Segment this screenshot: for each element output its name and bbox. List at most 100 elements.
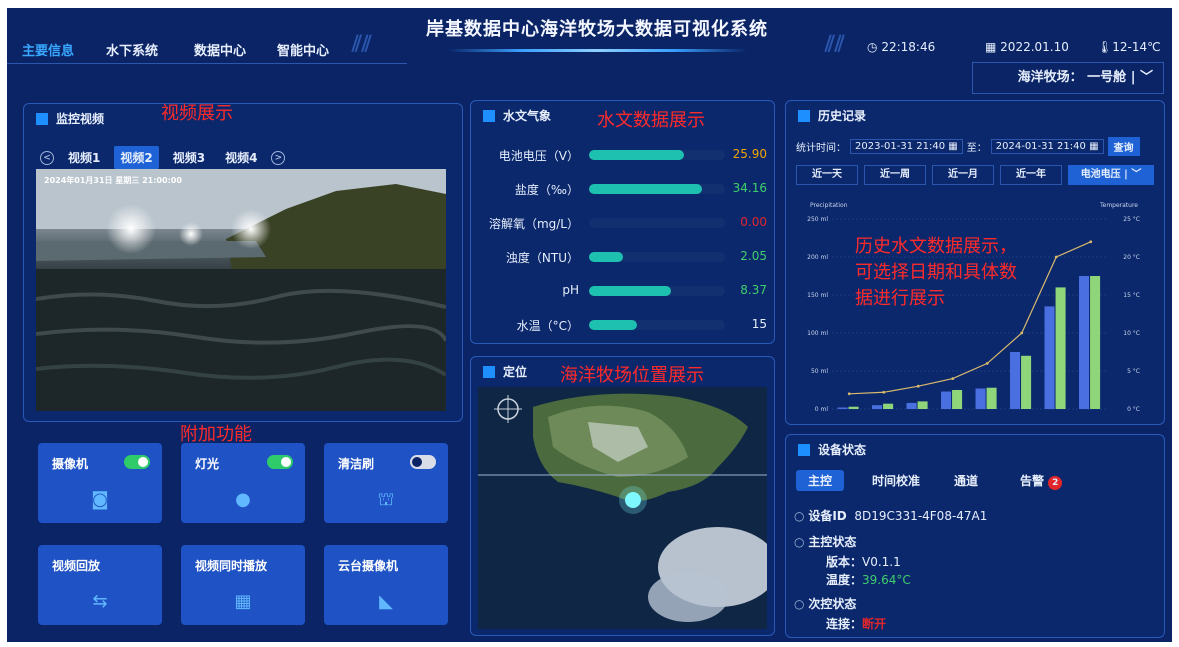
connection-row: 连接：断开 bbox=[826, 615, 886, 632]
water-row-bar bbox=[589, 218, 725, 228]
water-row-fill bbox=[589, 252, 623, 262]
temperature-point bbox=[916, 384, 920, 388]
water-row: 浊度（NTU） 2.05 bbox=[481, 247, 775, 267]
satellite-map[interactable] bbox=[478, 387, 767, 629]
temperature-value: 39.64°C bbox=[862, 573, 911, 587]
light-toggle[interactable] bbox=[267, 455, 293, 469]
nav-data-center[interactable]: 数据中心 bbox=[194, 40, 246, 59]
query-button[interactable]: 查询 bbox=[1107, 137, 1140, 156]
replay-card[interactable]: 视频回放 ⇆ bbox=[38, 545, 162, 625]
water-panel: 水文气象 电池电压（V） 25.90 盐度（‰） 34.16 溶解氧（mg/L） 0.00… bbox=[470, 100, 775, 344]
metric-select-sep: | bbox=[1124, 169, 1128, 180]
version-label: 版本： bbox=[826, 555, 863, 569]
period-week-button[interactable]: 近一周 bbox=[864, 165, 926, 185]
water-row-value: 25.90 bbox=[732, 147, 767, 161]
metric-select[interactable]: 电池电压 | ﹀ bbox=[1068, 165, 1154, 185]
right-axis-name: Temperature bbox=[1099, 202, 1138, 209]
date-range-row: 统计时间： 2023-01-31 21:40 ▦ 至： 2024-01-31 2… bbox=[796, 137, 1140, 156]
brush-card[interactable]: 清洁刷 ⛫ bbox=[324, 443, 448, 523]
tab-video-2[interactable]: 视频2 bbox=[114, 146, 159, 169]
water-row-label: 浊度（NTU） bbox=[505, 251, 579, 265]
panel-square-icon bbox=[798, 443, 810, 456]
end-date-field[interactable]: 2024-01-31 21:40 ▦ bbox=[990, 139, 1104, 154]
camera-icon: ◙ bbox=[91, 489, 109, 510]
panel-square-icon bbox=[483, 109, 495, 122]
camera-toggle[interactable] bbox=[124, 455, 150, 469]
chart-bar bbox=[872, 405, 883, 409]
history-panel-title: 历史记录 bbox=[818, 109, 867, 123]
clock-icon: ◷ bbox=[867, 40, 878, 54]
time-value: 22:18:46 bbox=[881, 40, 936, 54]
main-status-label: 主控状态 bbox=[808, 535, 857, 549]
nav-underwater[interactable]: 水下系统 bbox=[106, 40, 158, 59]
video-timestamp: 2024年01月31日 星期三 21:00:00 bbox=[44, 176, 182, 185]
chevron-down-icon: ﹀ bbox=[1131, 169, 1142, 180]
period-year-button[interactable]: 近一年 bbox=[1000, 165, 1062, 185]
tab-video-4[interactable]: 视频4 bbox=[219, 146, 263, 169]
period-month-button[interactable]: 近一月 bbox=[932, 165, 994, 185]
tab-main-control[interactable]: 主控 bbox=[796, 470, 845, 491]
device-id-label: 设备ID bbox=[808, 509, 847, 523]
water-annotation: 水文数据展示 bbox=[597, 110, 705, 131]
multi-play-card[interactable]: 视频同时播放 ▦ bbox=[181, 545, 305, 625]
tab-video-3[interactable]: 视频3 bbox=[167, 146, 211, 169]
ranch-selector[interactable]: 海洋牧场： 一号舱 | ﹀ bbox=[972, 62, 1164, 94]
tab-video-1[interactable]: 视频1 bbox=[62, 146, 106, 169]
water-row: 溶解氧（mg/L） 0.00 bbox=[481, 213, 775, 233]
device-id-row: ○ 设备ID 8D19C331-4F08-47A1 bbox=[794, 507, 987, 524]
period-day-button[interactable]: 近一天 bbox=[796, 165, 858, 185]
water-row-bar bbox=[589, 184, 725, 194]
chart-bar bbox=[1021, 355, 1032, 409]
camera-card-label: 摄像机 bbox=[52, 457, 89, 471]
right-tick-label: 10 °C bbox=[1123, 330, 1140, 337]
video-frame-image bbox=[36, 169, 446, 411]
water-row-label: 盐度（‰） bbox=[514, 183, 579, 197]
next-arrow-icon[interactable]: > bbox=[271, 150, 286, 165]
metric-select-value: 电池电压 bbox=[1080, 169, 1121, 180]
video-feed[interactable]: 2024年01月31日 星期三 21:00:00 bbox=[36, 169, 446, 411]
prev-arrow-icon[interactable]: < bbox=[40, 150, 54, 165]
chart-bar bbox=[848, 406, 859, 409]
water-row: 电池电压（V） 25.90 bbox=[481, 145, 775, 165]
date-display: ▦ 2022.01.10 bbox=[985, 40, 1069, 54]
light-card-label: 灯光 bbox=[195, 457, 220, 471]
stripe-deco-right: ⫽⫽ bbox=[825, 32, 845, 57]
page-title: 岸基数据中心海洋牧场大数据可视化系统 bbox=[426, 19, 768, 40]
water-row-value: 2.05 bbox=[740, 249, 767, 263]
light-card[interactable]: 灯光 ● bbox=[181, 443, 305, 523]
chart-bar bbox=[1090, 276, 1101, 409]
location-panel: 定位 bbox=[470, 356, 775, 636]
ranch-value: 一号舱 bbox=[1087, 70, 1127, 85]
tab-alarm[interactable]: 告警 2 bbox=[1020, 472, 1063, 490]
temperature-point bbox=[882, 390, 886, 394]
start-date-field[interactable]: 2023-01-31 21:40 ▦ bbox=[850, 139, 963, 154]
ranch-separator: | bbox=[1130, 70, 1136, 85]
tab-channel[interactable]: 通道 bbox=[954, 472, 978, 489]
tab-time-calibration[interactable]: 时间校准 bbox=[872, 472, 920, 489]
brush-toggle[interactable] bbox=[410, 455, 436, 469]
water-row-bar bbox=[589, 150, 725, 160]
water-row-fill bbox=[589, 150, 685, 160]
water-row-bar bbox=[589, 286, 725, 296]
chart-bar bbox=[975, 388, 986, 409]
water-row-label: 溶解氧（mg/L） bbox=[488, 217, 579, 231]
date-value: 2022.01.10 bbox=[1000, 40, 1069, 54]
radio-dot-icon: ○ bbox=[794, 509, 805, 523]
ranch-label: 海洋牧场： bbox=[1017, 70, 1083, 85]
page-title-bar: 岸基数据中心海洋牧场大数据可视化系统 bbox=[402, 12, 792, 56]
camera-card[interactable]: 摄像机 ◙ bbox=[38, 443, 162, 523]
stripe-deco-left: ⫽⫽ bbox=[352, 32, 372, 57]
temperature-point bbox=[1089, 240, 1093, 244]
chart-bar bbox=[1044, 306, 1055, 409]
panel-square-icon bbox=[483, 365, 495, 378]
temperature-label: 温度： bbox=[826, 573, 863, 587]
location-panel-title: 定位 bbox=[503, 365, 528, 379]
grid-icon: ▦ bbox=[234, 591, 252, 612]
ptz-card[interactable]: 云台摄像机 ◣ bbox=[324, 545, 448, 625]
nav-smart-center[interactable]: 智能中心 bbox=[277, 40, 329, 59]
main-status-row: ○ 主控状态 bbox=[794, 533, 856, 550]
nav-main-info[interactable]: 主要信息 bbox=[22, 40, 74, 59]
water-row-fill bbox=[589, 184, 702, 194]
left-tick-label: 50 ml bbox=[811, 368, 828, 375]
chevron-down-icon[interactable]: ﹀ bbox=[1140, 70, 1153, 85]
